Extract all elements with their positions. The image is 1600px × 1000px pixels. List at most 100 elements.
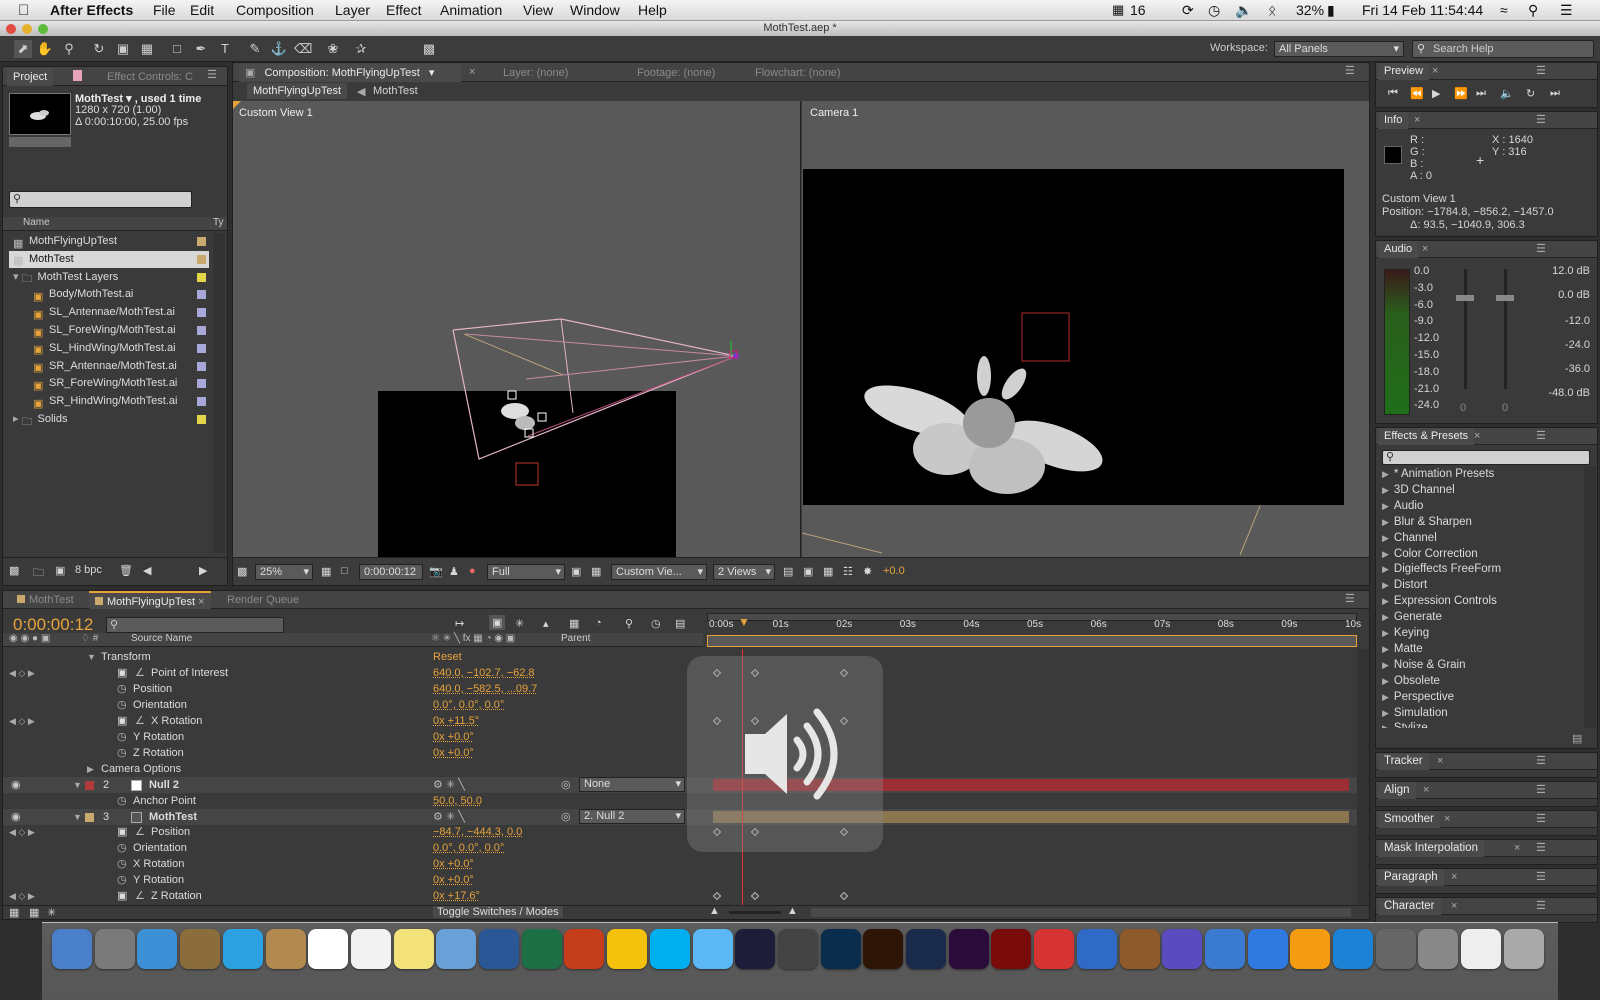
- axis-mode-icon[interactable]: ▩: [420, 40, 438, 58]
- project-item[interactable]: ▣ SL_ForeWing/MothTest.ai: [9, 322, 209, 339]
- tab-timeline-mothtest[interactable]: MothTest: [11, 591, 80, 609]
- close-window-button[interactable]: [6, 24, 16, 34]
- tab-mask-interpolation[interactable]: Mask Interpolation: [1378, 840, 1484, 857]
- search-help-field[interactable]: ⚲ Search Help: [1412, 40, 1594, 58]
- auto-keyframe-icon[interactable]: ◷: [651, 617, 661, 630]
- menu-window[interactable]: Window: [570, 2, 620, 18]
- exposure-value[interactable]: +0.0: [883, 565, 905, 577]
- dock-garageband-icon[interactable]: [1119, 929, 1160, 969]
- project-item[interactable]: ▣ SL_HindWing/MothTest.ai: [9, 340, 209, 357]
- close-tab-icon[interactable]: ×: [469, 66, 475, 78]
- left-level-slider[interactable]: [1464, 269, 1467, 389]
- stopwatch-active-icon[interactable]: ▣: [117, 713, 127, 729]
- stopwatch-icon[interactable]: ◷: [117, 856, 127, 872]
- new-folder-icon[interactable]: 🗀: [33, 564, 44, 583]
- always-preview-icon[interactable]: ▩: [237, 565, 247, 578]
- switches-header-icon[interactable]: ⚛ ✳ ╲ fx ▦ ◔ ◉ ▣: [431, 633, 515, 644]
- wifi-icon[interactable]: ≈: [1500, 2, 1508, 18]
- type-tool-icon[interactable]: T: [216, 40, 234, 58]
- menu-animation[interactable]: Animation: [440, 2, 502, 18]
- dock-messages-icon[interactable]: [692, 929, 733, 969]
- close-tab-icon[interactable]: ×: [1451, 900, 1457, 912]
- tab-effects-presets[interactable]: Effects & Presets: [1378, 428, 1475, 445]
- menu-edit[interactable]: Edit: [190, 2, 214, 18]
- viewer-camera[interactable]: Camera 1: [802, 101, 1369, 557]
- effects-category[interactable]: ▶ Distort: [1382, 577, 1427, 593]
- minimize-window-button[interactable]: [22, 24, 32, 34]
- label-swatch[interactable]: [197, 308, 206, 318]
- show-snapshot-icon[interactable]: ♟: [449, 565, 459, 578]
- disclosure-triangle-icon[interactable]: ▶: [1382, 580, 1389, 590]
- visibility-icon[interactable]: ◉: [11, 809, 21, 825]
- dock-excel-icon[interactable]: [521, 929, 562, 969]
- comp-mini-flowchart-icon[interactable]: ↦: [455, 617, 464, 630]
- keyframe-icon[interactable]: [750, 892, 760, 901]
- pickwhip-icon[interactable]: ◎: [561, 777, 571, 793]
- effects-category[interactable]: ▶ Digieffects FreeForm: [1382, 561, 1501, 577]
- label-swatch[interactable]: [197, 254, 206, 264]
- project-item[interactable]: ▣ SR_HindWing/MothTest.ai: [9, 393, 209, 410]
- close-tab-icon[interactable]: ×: [1414, 114, 1420, 126]
- new-bin-icon[interactable]: ▤: [1572, 732, 1582, 745]
- tab-timeline-mothflyinguptest[interactable]: MothFlyingUpTest ×: [89, 591, 211, 609]
- calendar-status-icon[interactable]: ▦: [1112, 2, 1124, 18]
- channel-icon[interactable]: ●: [469, 565, 476, 577]
- panel-menu-icon[interactable]: ☰: [1536, 899, 1546, 912]
- 3d-view-select[interactable]: Custom Vie... ▾: [611, 564, 707, 580]
- zoom-tool-icon[interactable]: ⚲: [60, 40, 78, 58]
- panel-menu-icon[interactable]: ☰: [1536, 242, 1546, 255]
- roto-brush-tool-icon[interactable]: ❀: [324, 40, 342, 58]
- project-item[interactable]: ▣ Body/MothTest.ai: [9, 286, 209, 303]
- label-swatch[interactable]: [197, 361, 206, 371]
- disclosure-triangle-icon[interactable]: ▶: [1382, 612, 1389, 622]
- panel-menu-icon[interactable]: ☰: [1536, 113, 1546, 126]
- keyframe-navigator-icon[interactable]: ◀ ◇ ▶: [9, 888, 35, 904]
- audio-toggle-icon[interactable]: 🔈: [1500, 87, 1514, 100]
- close-tab-icon[interactable]: ×: [1432, 65, 1438, 77]
- graph-editor-icon[interactable]: ▤: [675, 617, 685, 630]
- disclosure-triangle-icon[interactable]: ▶: [1382, 533, 1389, 543]
- disclosure-triangle-icon[interactable]: ▶: [1382, 564, 1389, 574]
- view-layout-select[interactable]: 2 Views ▾: [713, 564, 775, 580]
- effects-category[interactable]: ▶ Keying: [1382, 625, 1429, 641]
- reset-link[interactable]: Reset: [433, 649, 462, 665]
- disclosure-triangle-icon[interactable]: ▶: [1382, 596, 1389, 606]
- property-row[interactable]: ◷ Y Rotation 0x +0.0°: [3, 872, 1357, 888]
- bluetooth-icon[interactable]: ᛟ: [1268, 2, 1276, 18]
- property-row[interactable]: ◷ X Rotation 0x +0.0°: [3, 856, 1357, 872]
- project-item[interactable]: ▾ 🗀 MothTest Layers: [9, 269, 209, 286]
- rotate-tool-icon[interactable]: ↻: [90, 40, 108, 58]
- time-ruler[interactable]: 0:00s 01s 02s 03s 04s 05s 06s 07s 08s 09s 10s ▼: [707, 611, 1361, 647]
- effects-category[interactable]: ▶ Simulation: [1382, 705, 1448, 721]
- close-tab-icon[interactable]: ×: [1474, 430, 1480, 442]
- hide-shy-icon[interactable]: ▴: [543, 617, 549, 630]
- disclosure-triangle-icon[interactable]: ▶: [1382, 723, 1389, 728]
- timeline-current-time[interactable]: 0:00:00:12: [13, 615, 93, 635]
- pen-tool-icon[interactable]: ✒: [192, 40, 210, 58]
- disclosure-triangle-icon[interactable]: ▼: [73, 809, 82, 825]
- column-name[interactable]: Name: [23, 217, 50, 228]
- dock-premiere-icon[interactable]: [948, 929, 989, 969]
- project-item[interactable]: ▣ SR_ForeWing/MothTest.ai: [9, 375, 209, 392]
- property-value[interactable]: 0x +0.0°: [433, 729, 474, 745]
- eraser-tool-icon[interactable]: ⌫: [294, 40, 312, 58]
- panel-menu-icon[interactable]: ☰: [207, 68, 217, 81]
- menu-view[interactable]: View: [523, 2, 553, 18]
- zoom-window-button[interactable]: [38, 24, 48, 34]
- parent-select[interactable]: None ▾: [579, 776, 685, 792]
- timeline-icon[interactable]: ▦: [823, 565, 833, 578]
- zoom-out-icon[interactable]: ▲: [709, 905, 720, 917]
- next-frame-icon[interactable]: ⏩: [1454, 87, 1468, 100]
- timeline-scrollbar[interactable]: [1357, 649, 1369, 905]
- snapshot-icon[interactable]: 📷: [429, 565, 443, 578]
- property-value[interactable]: 640.0, −102.7, −62.8: [433, 665, 535, 681]
- sync-icon[interactable]: ⟳: [1182, 2, 1194, 19]
- close-tab-icon[interactable]: ×: [1514, 842, 1520, 854]
- right-level-slider[interactable]: [1504, 269, 1507, 389]
- disclosure-triangle-icon[interactable]: ▼: [73, 777, 82, 793]
- graph-icon[interactable]: ∠: [135, 824, 145, 840]
- keyframe-icon[interactable]: [839, 892, 849, 901]
- panel-menu-icon[interactable]: ☰: [1536, 429, 1546, 442]
- effects-category[interactable]: ▶ Stylize: [1382, 720, 1428, 728]
- property-value[interactable]: 0x +0.0°: [433, 872, 474, 888]
